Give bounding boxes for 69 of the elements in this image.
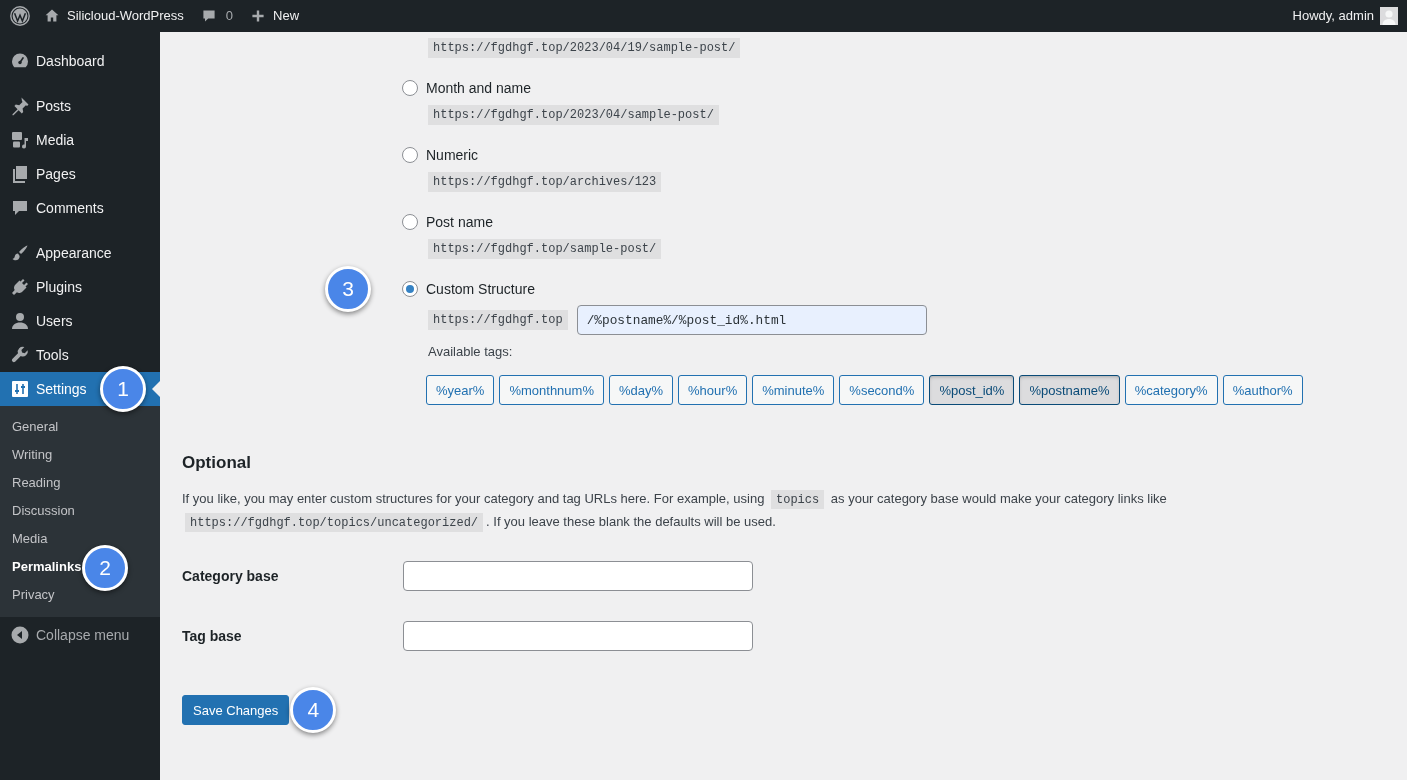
- option-label[interactable]: Month and name: [426, 79, 532, 97]
- media-icon: [10, 130, 30, 150]
- menu-item[interactable]: Users: [0, 304, 160, 338]
- menu-item[interactable]: Plugins: [0, 270, 160, 304]
- account-greeting[interactable]: Howdy, admin: [1292, 7, 1374, 25]
- speech-bubble-icon[interactable]: [200, 8, 217, 24]
- radio-button[interactable]: [402, 214, 418, 230]
- submenu-item[interactable]: Writing: [0, 446, 53, 464]
- submenu-item[interactable]: Privacy: [0, 586, 55, 604]
- paintbrush-icon: [10, 243, 30, 263]
- url-example: https://fgdhgf.top/2023/04/19/sample-post/: [428, 38, 741, 58]
- url-example: https://fgdhgf.top/sample-post/: [428, 239, 662, 259]
- tag-button[interactable]: %category%: [1124, 375, 1218, 405]
- option-label[interactable]: Numeric: [426, 146, 479, 164]
- logo-icon[interactable]: [10, 6, 30, 26]
- submenu-item[interactable]: Discussion: [0, 502, 75, 520]
- section-heading: Optional: [182, 453, 252, 473]
- pushpin-icon: [10, 96, 30, 116]
- plus-icon[interactable]: [250, 8, 267, 24]
- menu-item[interactable]: Appearance: [0, 236, 160, 270]
- collapse-menu-button[interactable]: Collapse menu: [0, 618, 160, 652]
- collapse-icon: [10, 625, 30, 645]
- option-label[interactable]: Post name: [426, 213, 493, 231]
- save-button[interactable]: Save Changes: [182, 695, 290, 725]
- pages-icon: [10, 164, 30, 184]
- plug-icon: [10, 277, 30, 297]
- step-number-overlay: 2: [82, 545, 128, 591]
- tag-button[interactable]: %hour%: [678, 375, 748, 405]
- menu-item[interactable]: Media: [0, 123, 160, 157]
- structure-input[interactable]: /%postname%/%post_id%.html: [576, 305, 927, 335]
- tag-button[interactable]: %postname%: [1019, 375, 1120, 405]
- menu-item[interactable]: Pages: [0, 157, 160, 191]
- option-label[interactable]: Custom Structure: [426, 280, 535, 298]
- description-text: If you like, you may enter custom structures for your category and tag URLs here. For example, using topics as your category base would make your category links like https://fgdhgf.top/topics/uncategorized/ . If you leave these blank the defaults will be used.: [182, 489, 1168, 534]
- tag-button[interactable]: %post_id%: [929, 375, 1015, 405]
- menu-item[interactable]: Posts: [0, 89, 160, 123]
- field-label: Category base: [182, 568, 280, 584]
- radio-button[interactable]: [402, 80, 418, 96]
- sliders-icon: [10, 379, 30, 399]
- submenu-item[interactable]: General: [0, 418, 59, 436]
- tag-button[interactable]: %monthnum%: [499, 375, 604, 405]
- new-link[interactable]: New: [273, 7, 300, 25]
- submenu-item[interactable]: Media: [0, 530, 48, 548]
- radio-button[interactable]: [402, 147, 418, 163]
- url-example: https://fgdhgf.top/archives/123: [428, 172, 662, 192]
- step-number-overlay: 3: [325, 266, 371, 312]
- field-label: Tag base: [182, 628, 243, 644]
- person-icon: [10, 311, 30, 331]
- menu-item[interactable]: Dashboard: [0, 44, 160, 78]
- tags-label: Available tags:: [428, 343, 513, 361]
- home-icon[interactable]: [44, 8, 60, 24]
- url-example: https://fgdhgf.top/2023/04/sample-post/: [428, 105, 719, 125]
- input-field[interactable]: [403, 621, 753, 651]
- menu-item[interactable]: Comments: [0, 191, 160, 225]
- tag-button[interactable]: %year%: [426, 375, 495, 405]
- submenu-item[interactable]: Permalinks: [0, 558, 82, 576]
- tag-button[interactable]: %author%: [1222, 375, 1303, 405]
- url-prefix: https://fgdhgf.top: [428, 310, 568, 330]
- tag-button[interactable]: %minute%: [752, 375, 835, 405]
- comment-count[interactable]: 0: [225, 7, 234, 25]
- tag-button[interactable]: %second%: [839, 375, 925, 405]
- wrench-icon: [10, 345, 30, 365]
- speech-bubble-icon: [10, 198, 30, 218]
- site-name-link[interactable]: Silicloud-WordPress: [67, 7, 184, 25]
- tag-button[interactable]: %day%: [608, 375, 674, 405]
- input-field[interactable]: [403, 561, 753, 591]
- submenu-item[interactable]: Reading: [0, 474, 61, 492]
- step-number-overlay: 4: [290, 687, 337, 733]
- radio-button[interactable]: [402, 281, 418, 297]
